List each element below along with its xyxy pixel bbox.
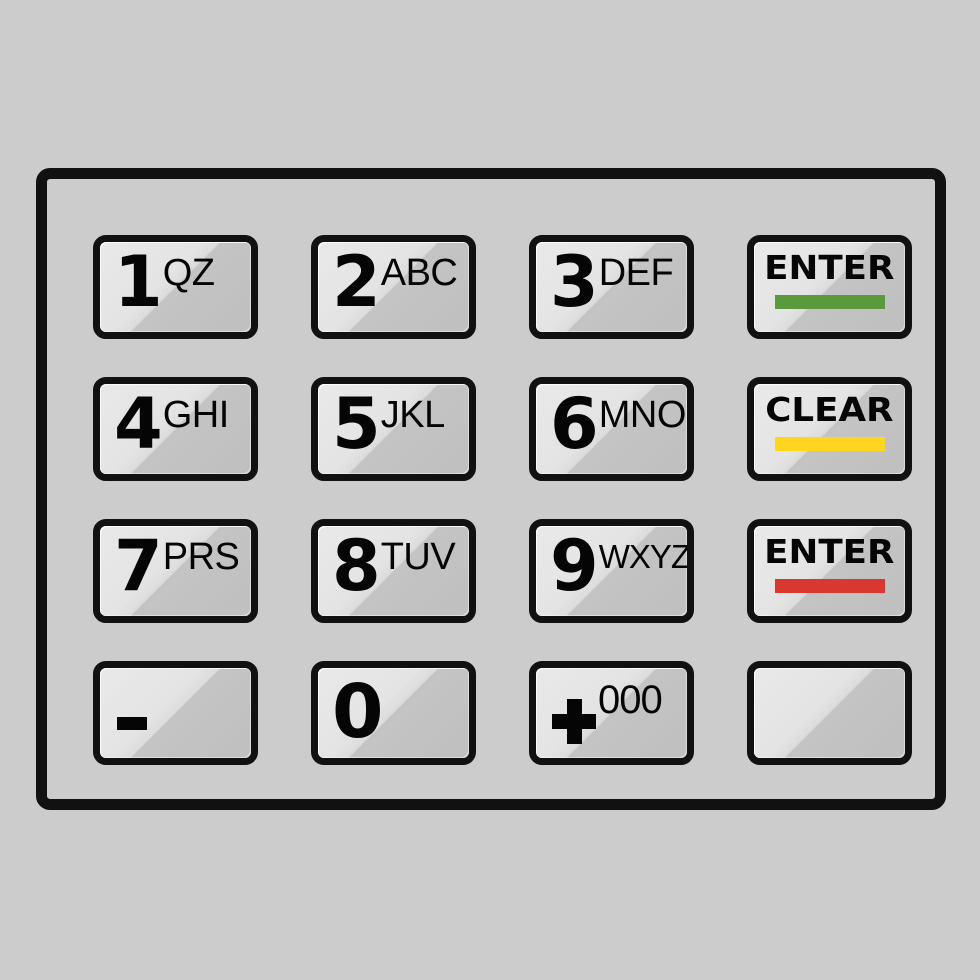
key-letters: PRS <box>162 536 240 578</box>
key-label: CLEAR <box>765 390 894 429</box>
key-label: ENTER <box>764 532 895 571</box>
key-digit: 5 <box>332 383 381 465</box>
plus-icon <box>552 694 596 754</box>
key-face: 000 <box>536 668 687 758</box>
key-letters: DEF <box>598 252 674 294</box>
key-content: 2 ABC <box>332 241 459 323</box>
key-digit: 2 <box>332 241 381 323</box>
key-face <box>754 668 905 758</box>
minus-icon <box>117 717 147 730</box>
key-content: 0 <box>332 669 383 755</box>
key-face: 6 MNO <box>536 384 687 474</box>
key-letters: JKL <box>380 394 445 436</box>
key-digit: 9 <box>550 525 599 607</box>
key-blank[interactable] <box>747 661 912 765</box>
key-face: 5 JKL <box>318 384 469 474</box>
key-7[interactable]: 7 PRS <box>93 519 258 623</box>
key-4[interactable]: 4 GHI <box>93 377 258 481</box>
key-letters: MNO <box>598 394 687 436</box>
key-face: CLEAR <box>754 384 905 474</box>
key-content: 9 WXYZ <box>550 525 687 607</box>
key-digit: 3 <box>550 241 599 323</box>
key-letters: TUV <box>380 536 456 578</box>
key-face: 8 TUV <box>318 526 469 616</box>
key-letters: 000 <box>598 678 663 722</box>
key-8[interactable]: 8 TUV <box>311 519 476 623</box>
enter-red-bar <box>774 579 885 593</box>
enter-green-bar <box>774 295 885 309</box>
key-2[interactable]: 2 ABC <box>311 235 476 339</box>
key-digit: 7 <box>114 525 163 607</box>
key-3[interactable]: 3 DEF <box>529 235 694 339</box>
key-content: 6 MNO <box>550 383 686 465</box>
key-letters: ABC <box>380 252 458 294</box>
key-6[interactable]: 6 MNO <box>529 377 694 481</box>
key-content: 1 QZ <box>114 241 241 323</box>
key-content: 5 JKL <box>332 383 459 465</box>
key-content: 7 PRS <box>114 525 241 607</box>
key-content: CLEAR <box>754 390 905 451</box>
key-face: 4 GHI <box>100 384 251 474</box>
key-grid: 1 QZ 2 ABC 3 DEF ENTER 4 GHI 5 JKL 6 MNO… <box>93 235 912 765</box>
key-5[interactable]: 5 JKL <box>311 377 476 481</box>
key-digit: 0 <box>332 669 383 755</box>
key-9[interactable]: 9 WXYZ <box>529 519 694 623</box>
key-enter-red[interactable]: ENTER <box>747 519 912 623</box>
key-content: 4 GHI <box>114 383 241 465</box>
key-face: 1 QZ <box>100 242 251 332</box>
key-digit: 6 <box>550 383 599 465</box>
key-digit: 8 <box>332 525 381 607</box>
key-plus-000[interactable]: 000 <box>529 661 694 765</box>
clear-yellow-bar <box>774 437 885 451</box>
key-content: ENTER <box>754 532 905 593</box>
key-1[interactable]: 1 QZ <box>93 235 258 339</box>
key-face: 0 <box>318 668 469 758</box>
key-letters: GHI <box>162 394 230 436</box>
key-face: ENTER <box>754 242 905 332</box>
key-content: 000 <box>552 676 679 754</box>
key-letters: WXYZ <box>598 538 691 575</box>
key-enter-green[interactable]: ENTER <box>747 235 912 339</box>
key-0[interactable]: 0 <box>311 661 476 765</box>
key-face: 2 ABC <box>318 242 469 332</box>
key-digit: 4 <box>114 383 163 465</box>
key-content: 3 DEF <box>550 241 677 323</box>
key-face <box>100 668 251 758</box>
key-face: ENTER <box>754 526 905 616</box>
key-clear[interactable]: CLEAR <box>747 377 912 481</box>
key-face: 7 PRS <box>100 526 251 616</box>
key-label: ENTER <box>764 248 895 287</box>
key-face: 3 DEF <box>536 242 687 332</box>
key-digit: 1 <box>114 241 163 323</box>
keypad-device: 1 QZ 2 ABC 3 DEF ENTER 4 GHI 5 JKL 6 MNO… <box>0 0 980 980</box>
key-minus[interactable] <box>93 661 258 765</box>
keypad-frame: 1 QZ 2 ABC 3 DEF ENTER 4 GHI 5 JKL 6 MNO… <box>36 168 946 810</box>
key-letters: QZ <box>162 252 215 294</box>
key-content: 8 TUV <box>332 525 459 607</box>
key-face: 9 WXYZ <box>536 526 687 616</box>
key-content: ENTER <box>754 248 905 309</box>
